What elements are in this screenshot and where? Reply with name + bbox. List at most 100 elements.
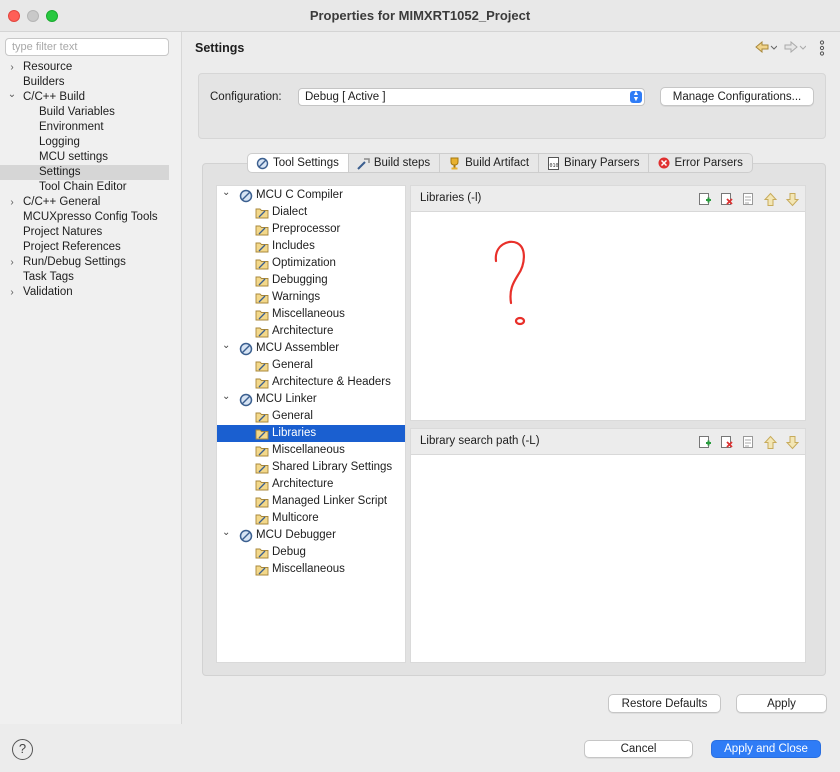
tool-option-debug[interactable]: Debug — [217, 544, 405, 561]
move-up-icon[interactable] — [761, 433, 779, 451]
chevron-right-icon[interactable]: › — [7, 60, 17, 75]
tool-option-multicore[interactable]: Multicore — [217, 510, 405, 527]
tool-tree-label: General — [272, 410, 313, 422]
tool-option-managed-linker-script[interactable]: Managed Linker Script — [217, 493, 405, 510]
library-search-path-panel: Library search path (-L) — [410, 428, 806, 663]
tool-option-miscellaneous[interactable]: Miscellaneous — [217, 442, 405, 459]
tab-bar: Tool Settings Build steps Build Artifact… — [247, 153, 753, 173]
sidebar-item-label: Environment — [39, 121, 104, 133]
tool-option-preprocessor[interactable]: Preprocessor — [217, 221, 405, 238]
tool-group-mcu-assembler[interactable]: ⌄ MCU Assembler — [217, 340, 405, 357]
edit-icon[interactable] — [739, 433, 757, 451]
tab-build-artifact[interactable]: Build Artifact — [440, 153, 540, 173]
sidebar-item-c-c-build[interactable]: ⌄ C/C++ Build — [0, 87, 169, 105]
sidebar-item-label: Builders — [23, 76, 65, 88]
libraries-list[interactable] — [411, 213, 805, 420]
manage-configurations-button[interactable]: Manage Configurations... — [660, 87, 814, 106]
tool-option-miscellaneous[interactable]: Miscellaneous — [217, 561, 405, 578]
forward-arrow-icon[interactable] — [784, 40, 807, 56]
delete-icon[interactable] — [717, 433, 735, 451]
sidebar-item-label: Logging — [39, 136, 80, 148]
sidebar-item-logging[interactable]: Logging — [0, 135, 169, 150]
move-down-icon[interactable] — [783, 433, 801, 451]
search-path-toolbar — [695, 433, 801, 451]
help-button[interactable]: ? — [12, 739, 33, 760]
tab-binary-parsers[interactable]: 010 Binary Parsers — [539, 153, 650, 173]
tool-tree-label: Optimization — [272, 257, 336, 269]
tab-build-steps[interactable]: Build steps — [348, 153, 441, 173]
delete-icon[interactable] — [717, 190, 735, 208]
restore-defaults-button[interactable]: Restore Defaults — [608, 694, 721, 713]
configuration-value: Debug [ Active ] — [305, 91, 386, 103]
tool-option-general[interactable]: General — [217, 357, 405, 374]
back-arrow-icon[interactable] — [755, 40, 778, 56]
libraries-toolbar — [695, 190, 801, 208]
tool-tree-label: Includes — [272, 240, 315, 252]
sidebar-item-settings[interactable]: Settings — [0, 165, 169, 180]
tool-option-architecture[interactable]: Architecture — [217, 323, 405, 340]
add-icon[interactable] — [695, 433, 713, 451]
sidebar-item-resource[interactable]: › Resource — [0, 60, 169, 75]
chevron-right-icon[interactable]: › — [7, 285, 17, 300]
edit-icon[interactable] — [739, 190, 757, 208]
apply-button[interactable]: Apply — [736, 694, 827, 713]
sidebar-item-project-natures[interactable]: Project Natures — [0, 225, 169, 240]
sidebar-item-task-tags[interactable]: Task Tags — [0, 270, 169, 285]
tool-tree-label: Dialect — [272, 206, 308, 218]
sidebar-item-tool-chain-editor[interactable]: Tool Chain Editor — [0, 180, 169, 195]
sidebar-item-c-c-general[interactable]: › C/C++ General — [0, 195, 169, 210]
tool-group-mcu-linker[interactable]: ⌄ MCU Linker — [217, 391, 405, 408]
search-path-list[interactable] — [411, 456, 805, 662]
sidebar-item-validation[interactable]: › Validation — [0, 285, 169, 300]
vertical-dots-icon[interactable] — [819, 40, 825, 59]
chevron-down-icon[interactable]: ⌄ — [222, 184, 230, 201]
tool-option-optimization[interactable]: Optimization — [217, 255, 405, 272]
configuration-select[interactable]: Debug [ Active ] ▲ ▼ — [298, 88, 645, 106]
sidebar-item-label: Settings — [39, 166, 81, 178]
tool-group-mcu-debugger[interactable]: ⌄ MCU Debugger — [217, 527, 405, 544]
tool-option-architecture-headers[interactable]: Architecture & Headers — [217, 374, 405, 391]
apply-and-close-button[interactable]: Apply and Close — [711, 740, 821, 758]
add-icon[interactable] — [695, 190, 713, 208]
tool-option-libraries[interactable]: Libraries — [217, 425, 405, 442]
sidebar-item-build-variables[interactable]: Build Variables — [0, 105, 169, 120]
tool-option-debugging[interactable]: Debugging — [217, 272, 405, 289]
move-up-icon[interactable] — [761, 190, 779, 208]
tab-error-parsers[interactable]: Error Parsers — [649, 153, 753, 173]
sidebar-item-label: Project References — [23, 241, 121, 253]
tab-tool-settings[interactable]: Tool Settings — [247, 153, 349, 173]
sidebar-item-builders[interactable]: Builders — [0, 75, 169, 90]
filter-input[interactable] — [5, 38, 169, 56]
sidebar-item-mcu-settings[interactable]: MCU settings — [0, 150, 169, 165]
tool-option-architecture[interactable]: Architecture — [217, 476, 405, 493]
tool-tree-label: Debugging — [272, 274, 328, 286]
binary-icon: 010 — [547, 156, 560, 170]
tool-option-miscellaneous[interactable]: Miscellaneous — [217, 306, 405, 323]
tool-tree-label: MCU Assembler — [256, 342, 340, 354]
sidebar-item-project-references[interactable]: Project References — [0, 240, 169, 255]
tool-settings-icon — [256, 157, 269, 170]
chevron-right-icon[interactable]: › — [7, 195, 17, 210]
sidebar-item-mcuxpresso-config-tools[interactable]: MCUXpresso Config Tools — [0, 210, 169, 225]
cancel-button[interactable]: Cancel — [584, 740, 693, 758]
tool-tree-label: General — [272, 359, 313, 371]
tool-option-general[interactable]: General — [217, 408, 405, 425]
chevron-down-icon[interactable]: ⌄ — [222, 388, 230, 405]
tool-tree-label: Architecture & Headers — [272, 376, 391, 388]
move-down-icon[interactable] — [783, 190, 801, 208]
libraries-panel-header: Libraries (-l) — [411, 186, 805, 212]
tool-option-includes[interactable]: Includes — [217, 238, 405, 255]
chevron-down-icon[interactable]: ⌄ — [222, 524, 230, 541]
chevron-down-icon[interactable]: ⌄ — [7, 87, 17, 102]
tool-group-mcu-c-compiler[interactable]: ⌄ MCU C Compiler — [217, 187, 405, 204]
sidebar-item-environment[interactable]: Environment — [0, 120, 169, 135]
sidebar-item-run-debug-settings[interactable]: › Run/Debug Settings — [0, 255, 169, 270]
tool-option-dialect[interactable]: Dialect — [217, 204, 405, 221]
tool-option-shared-library-settings[interactable]: Shared Library Settings — [217, 459, 405, 476]
tool-tree-label: MCU C Compiler — [256, 189, 343, 201]
tool-tree-label: Miscellaneous — [272, 563, 345, 575]
tool-settings-tree: ⌄ MCU C Compiler Dialect Preprocessor Includ… — [216, 185, 406, 663]
chevron-down-icon[interactable]: ⌄ — [222, 337, 230, 354]
tool-option-warnings[interactable]: Warnings — [217, 289, 405, 306]
chevron-right-icon[interactable]: › — [7, 255, 17, 270]
